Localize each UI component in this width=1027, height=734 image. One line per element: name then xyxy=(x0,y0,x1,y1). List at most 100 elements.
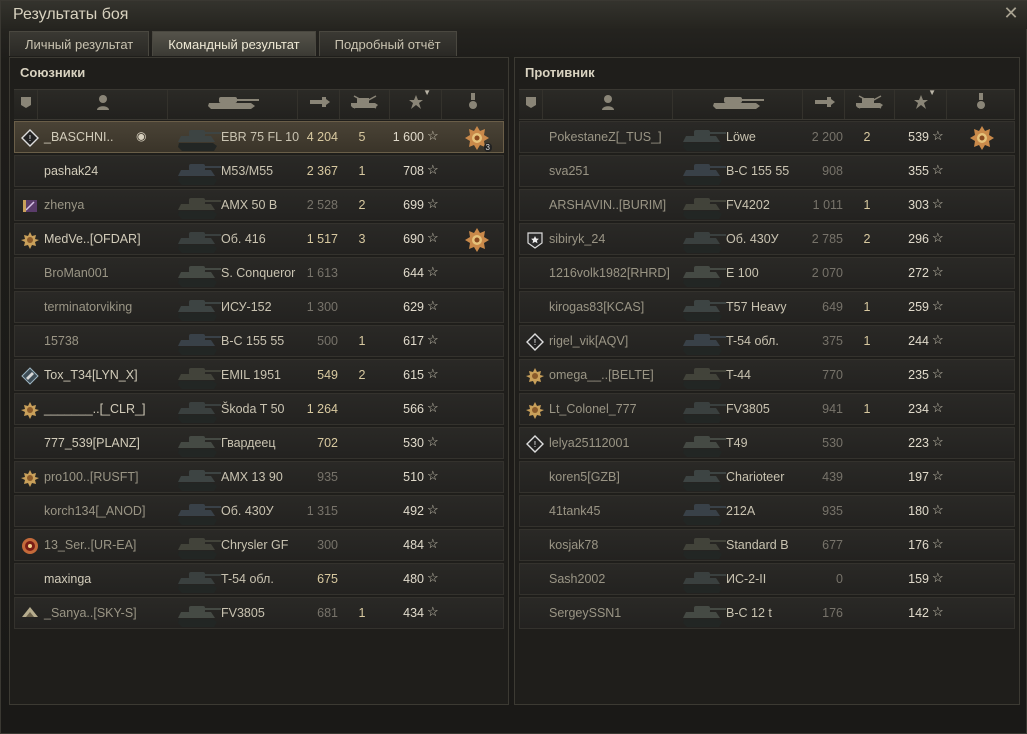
column-header-tank[interactable] xyxy=(673,90,803,119)
tank-image xyxy=(173,531,223,561)
tank-image xyxy=(678,157,728,187)
player-row[interactable]: omega__..[BELTE] T-44 770 235 ☆ xyxy=(519,359,1015,391)
kills-icon xyxy=(348,95,382,114)
kills-value: 2 xyxy=(863,130,871,144)
sort-desc-icon: ▼ xyxy=(928,88,936,97)
player-row[interactable]: 777_539[PLANZ] Гвардеец 702 530 ☆ xyxy=(14,427,504,459)
player-row[interactable]: koren5[GZB] Charioteer 439 197 ☆ xyxy=(519,461,1015,493)
player-row[interactable]: _______..[_CLR_] Škoda T 50 1 264 566 ☆ xyxy=(14,393,504,425)
column-header-damage[interactable] xyxy=(803,90,845,119)
tank-name: Chrysler GF xyxy=(221,538,289,552)
tank-name: ИСУ-152 xyxy=(221,300,272,314)
tank-name: B-C 155 55 xyxy=(726,164,790,178)
tab-personal-result[interactable]: Личный результат xyxy=(9,31,150,56)
xp-value: 615 xyxy=(403,368,424,382)
tank-image xyxy=(173,327,223,357)
player-row[interactable]: 13_Ser..[UR-EA] Chrysler GF 300 484 ☆ xyxy=(14,529,504,561)
xp-star-icon: ☆ xyxy=(427,264,439,279)
player-name: ARSHAVIN..[BURIM] xyxy=(549,198,667,212)
player-row[interactable]: ! lelya25112001 T49 530 223 ☆ xyxy=(519,427,1015,459)
player-row[interactable]: sva251 B-C 155 55 908 355 ☆ xyxy=(519,155,1015,187)
player-row[interactable]: 41tank45 212A 935 180 ☆ xyxy=(519,495,1015,527)
player-row[interactable]: pro100..[RUSFT] AMX 13 90 935 510 ☆ xyxy=(14,461,504,493)
kills-value: 2 xyxy=(863,232,871,246)
tank-name: Об. 430У xyxy=(726,232,779,246)
column-header-squad[interactable] xyxy=(14,90,38,119)
damage-value: 681 xyxy=(317,606,338,620)
tank-name: FV3805 xyxy=(221,606,265,620)
player-name: 777_539[PLANZ] xyxy=(44,436,140,450)
player-row[interactable]: kirogas83[KCAS] T57 Heavy 649 1 259 ☆ xyxy=(519,291,1015,323)
player-row[interactable]: 1216volk1982[RHRD] E 100 2 070 272 ☆ xyxy=(519,257,1015,289)
player-row[interactable]: ARSHAVIN..[BURIM] FV4202 1 011 1 303 ☆ xyxy=(519,189,1015,221)
tank-image xyxy=(678,463,728,493)
tab-detailed-report[interactable]: Подробный отчёт xyxy=(318,31,457,56)
column-header-award[interactable] xyxy=(947,90,1015,119)
player-name: lelya25112001 xyxy=(549,436,630,450)
player-row[interactable]: BroMan001 S. Conqueror 1 613 644 ☆ xyxy=(14,257,504,289)
ace-award-icon[interactable] xyxy=(464,227,490,253)
player-name: _Sanya..[SKY-S] xyxy=(44,606,137,620)
player-row[interactable]: zhenya AMX 50 B 2 528 2 699 ☆ xyxy=(14,189,504,221)
tank-name: M53/M55 xyxy=(221,164,274,178)
damage-value: 300 xyxy=(317,538,338,552)
player-name: 41tank45 xyxy=(549,504,601,518)
tank-image xyxy=(173,259,223,289)
ace-award-icon[interactable] xyxy=(969,125,995,151)
tank-image xyxy=(678,361,728,391)
damage-value: 908 xyxy=(822,164,843,178)
column-header-kills[interactable] xyxy=(845,90,895,119)
xp-value: 539 xyxy=(908,130,929,144)
column-header-player[interactable] xyxy=(543,90,673,119)
close-icon[interactable]: ✕ xyxy=(1002,4,1020,22)
ace-award-icon[interactable]: 3 xyxy=(464,125,492,152)
xp-star-icon: ☆ xyxy=(932,298,944,313)
player-row[interactable]: korch134[_ANOD] Об. 430У 1 315 492 ☆ xyxy=(14,495,504,527)
xp-star-icon: ☆ xyxy=(427,570,439,585)
xp-value: 303 xyxy=(908,198,929,212)
column-header-award[interactable] xyxy=(442,90,504,119)
damage-value: 1 264 xyxy=(306,402,338,416)
player-row[interactable]: terminatorviking ИСУ-152 1 300 629 ☆ xyxy=(14,291,504,323)
player-row[interactable]: _Sanya..[SKY-S] FV3805 681 1 434 ☆ xyxy=(14,597,504,629)
squad-icon xyxy=(524,95,538,114)
tank-image xyxy=(678,123,728,153)
player-row[interactable]: kosjak78 Standard B 677 176 ☆ xyxy=(519,529,1015,561)
player-row[interactable]: ! rigel_vik[AQV] T-54 обл. 375 1 244 ☆ xyxy=(519,325,1015,357)
player-row[interactable]: PokestaneZ[_TUS_] Löwe 2 200 2 539 ☆ xyxy=(519,121,1015,153)
xp-star-icon: ☆ xyxy=(932,264,944,279)
player-row[interactable]: SergeySSN1 B-C 12 t 176 142 ☆ xyxy=(519,597,1015,629)
column-header-damage[interactable] xyxy=(298,90,340,119)
player-row[interactable]: maxinga T-54 обл. 675 480 ☆ xyxy=(14,563,504,595)
tank-name: Standard B xyxy=(726,538,789,552)
column-header-tank[interactable] xyxy=(168,90,298,119)
player-row[interactable]: MedVe..[OFDAR] Об. 416 1 517 3 690 ☆ xyxy=(14,223,504,255)
tank-name: FV4202 xyxy=(726,198,770,212)
xp-value: 434 xyxy=(403,606,424,620)
kills-value: 1 xyxy=(358,606,366,620)
xp-star-icon: ☆ xyxy=(427,298,439,313)
column-header-xp-star[interactable]: ▼ xyxy=(390,88,442,119)
column-header-squad[interactable] xyxy=(519,90,543,119)
player-row[interactable]: Sash2002 ИС-2-II 0 159 ☆ xyxy=(519,563,1015,595)
player-row[interactable]: 15738 B-C 155 55 500 1 617 ☆ xyxy=(14,325,504,357)
column-header-kills[interactable] xyxy=(340,90,390,119)
column-header-player[interactable] xyxy=(38,90,168,119)
tank-name: Об. 416 xyxy=(221,232,266,246)
column-header-xp-star[interactable]: ▼ xyxy=(895,88,947,119)
xp-value: 142 xyxy=(908,606,929,620)
tab-team-result[interactable]: Командный результат xyxy=(152,31,316,56)
player-row[interactable]: Tox_T34[LYN_X] EMIL 1951 549 2 615 ☆ xyxy=(14,359,504,391)
kills-value: 1 xyxy=(358,334,366,348)
tank-image xyxy=(678,191,728,221)
player-row[interactable]: Lt_Colonel_777 FV3805 941 1 234 ☆ xyxy=(519,393,1015,425)
player-row[interactable]: sibiryk_24 Об. 430У 2 785 2 296 ☆ xyxy=(519,223,1015,255)
xp-value: 355 xyxy=(908,164,929,178)
svg-text:!: ! xyxy=(533,440,536,449)
player-row[interactable]: pashak24 M53/M55 2 367 1 708 ☆ xyxy=(14,155,504,187)
player-row[interactable]: ! _BASCHNI.. ◉ EBR 75 FL 10 4 204 5 1 600 ☆ 3 xyxy=(14,121,504,153)
tank-name: ИС-2-II xyxy=(726,572,767,586)
tank-image xyxy=(678,531,728,561)
player-name: Lt_Colonel_777 xyxy=(549,402,637,416)
tank-image xyxy=(173,395,223,425)
